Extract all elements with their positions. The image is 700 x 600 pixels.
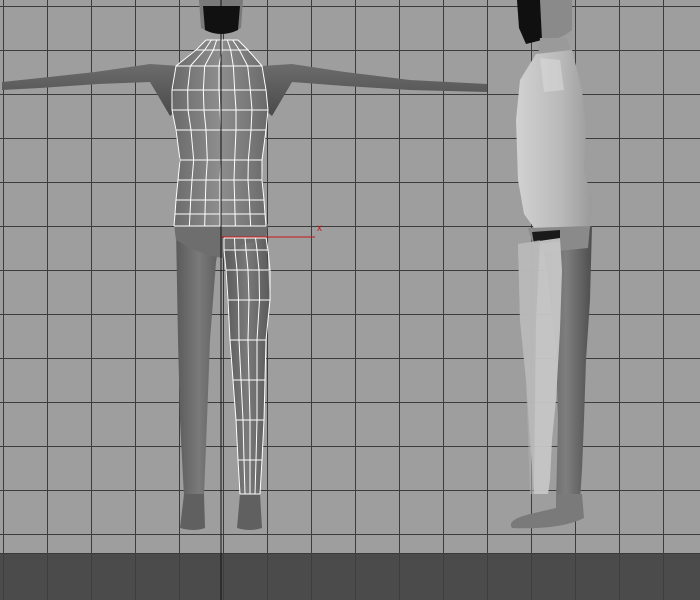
viewport-scene[interactable] <box>0 0 700 600</box>
side-head <box>517 0 572 44</box>
viewport-front[interactable]: x <box>0 0 700 600</box>
front-foot-right <box>237 494 262 530</box>
front-figure[interactable] <box>2 0 487 530</box>
side-foot <box>510 494 584 529</box>
floor-plane <box>0 553 700 600</box>
side-arm-shade <box>540 58 564 92</box>
front-leg-right[interactable] <box>224 238 270 494</box>
side-figure[interactable] <box>510 0 592 529</box>
gizmo-x-label: x <box>317 223 322 234</box>
front-foot-left <box>180 494 205 530</box>
front-leg-left <box>176 228 222 496</box>
front-arm-right <box>262 64 487 116</box>
